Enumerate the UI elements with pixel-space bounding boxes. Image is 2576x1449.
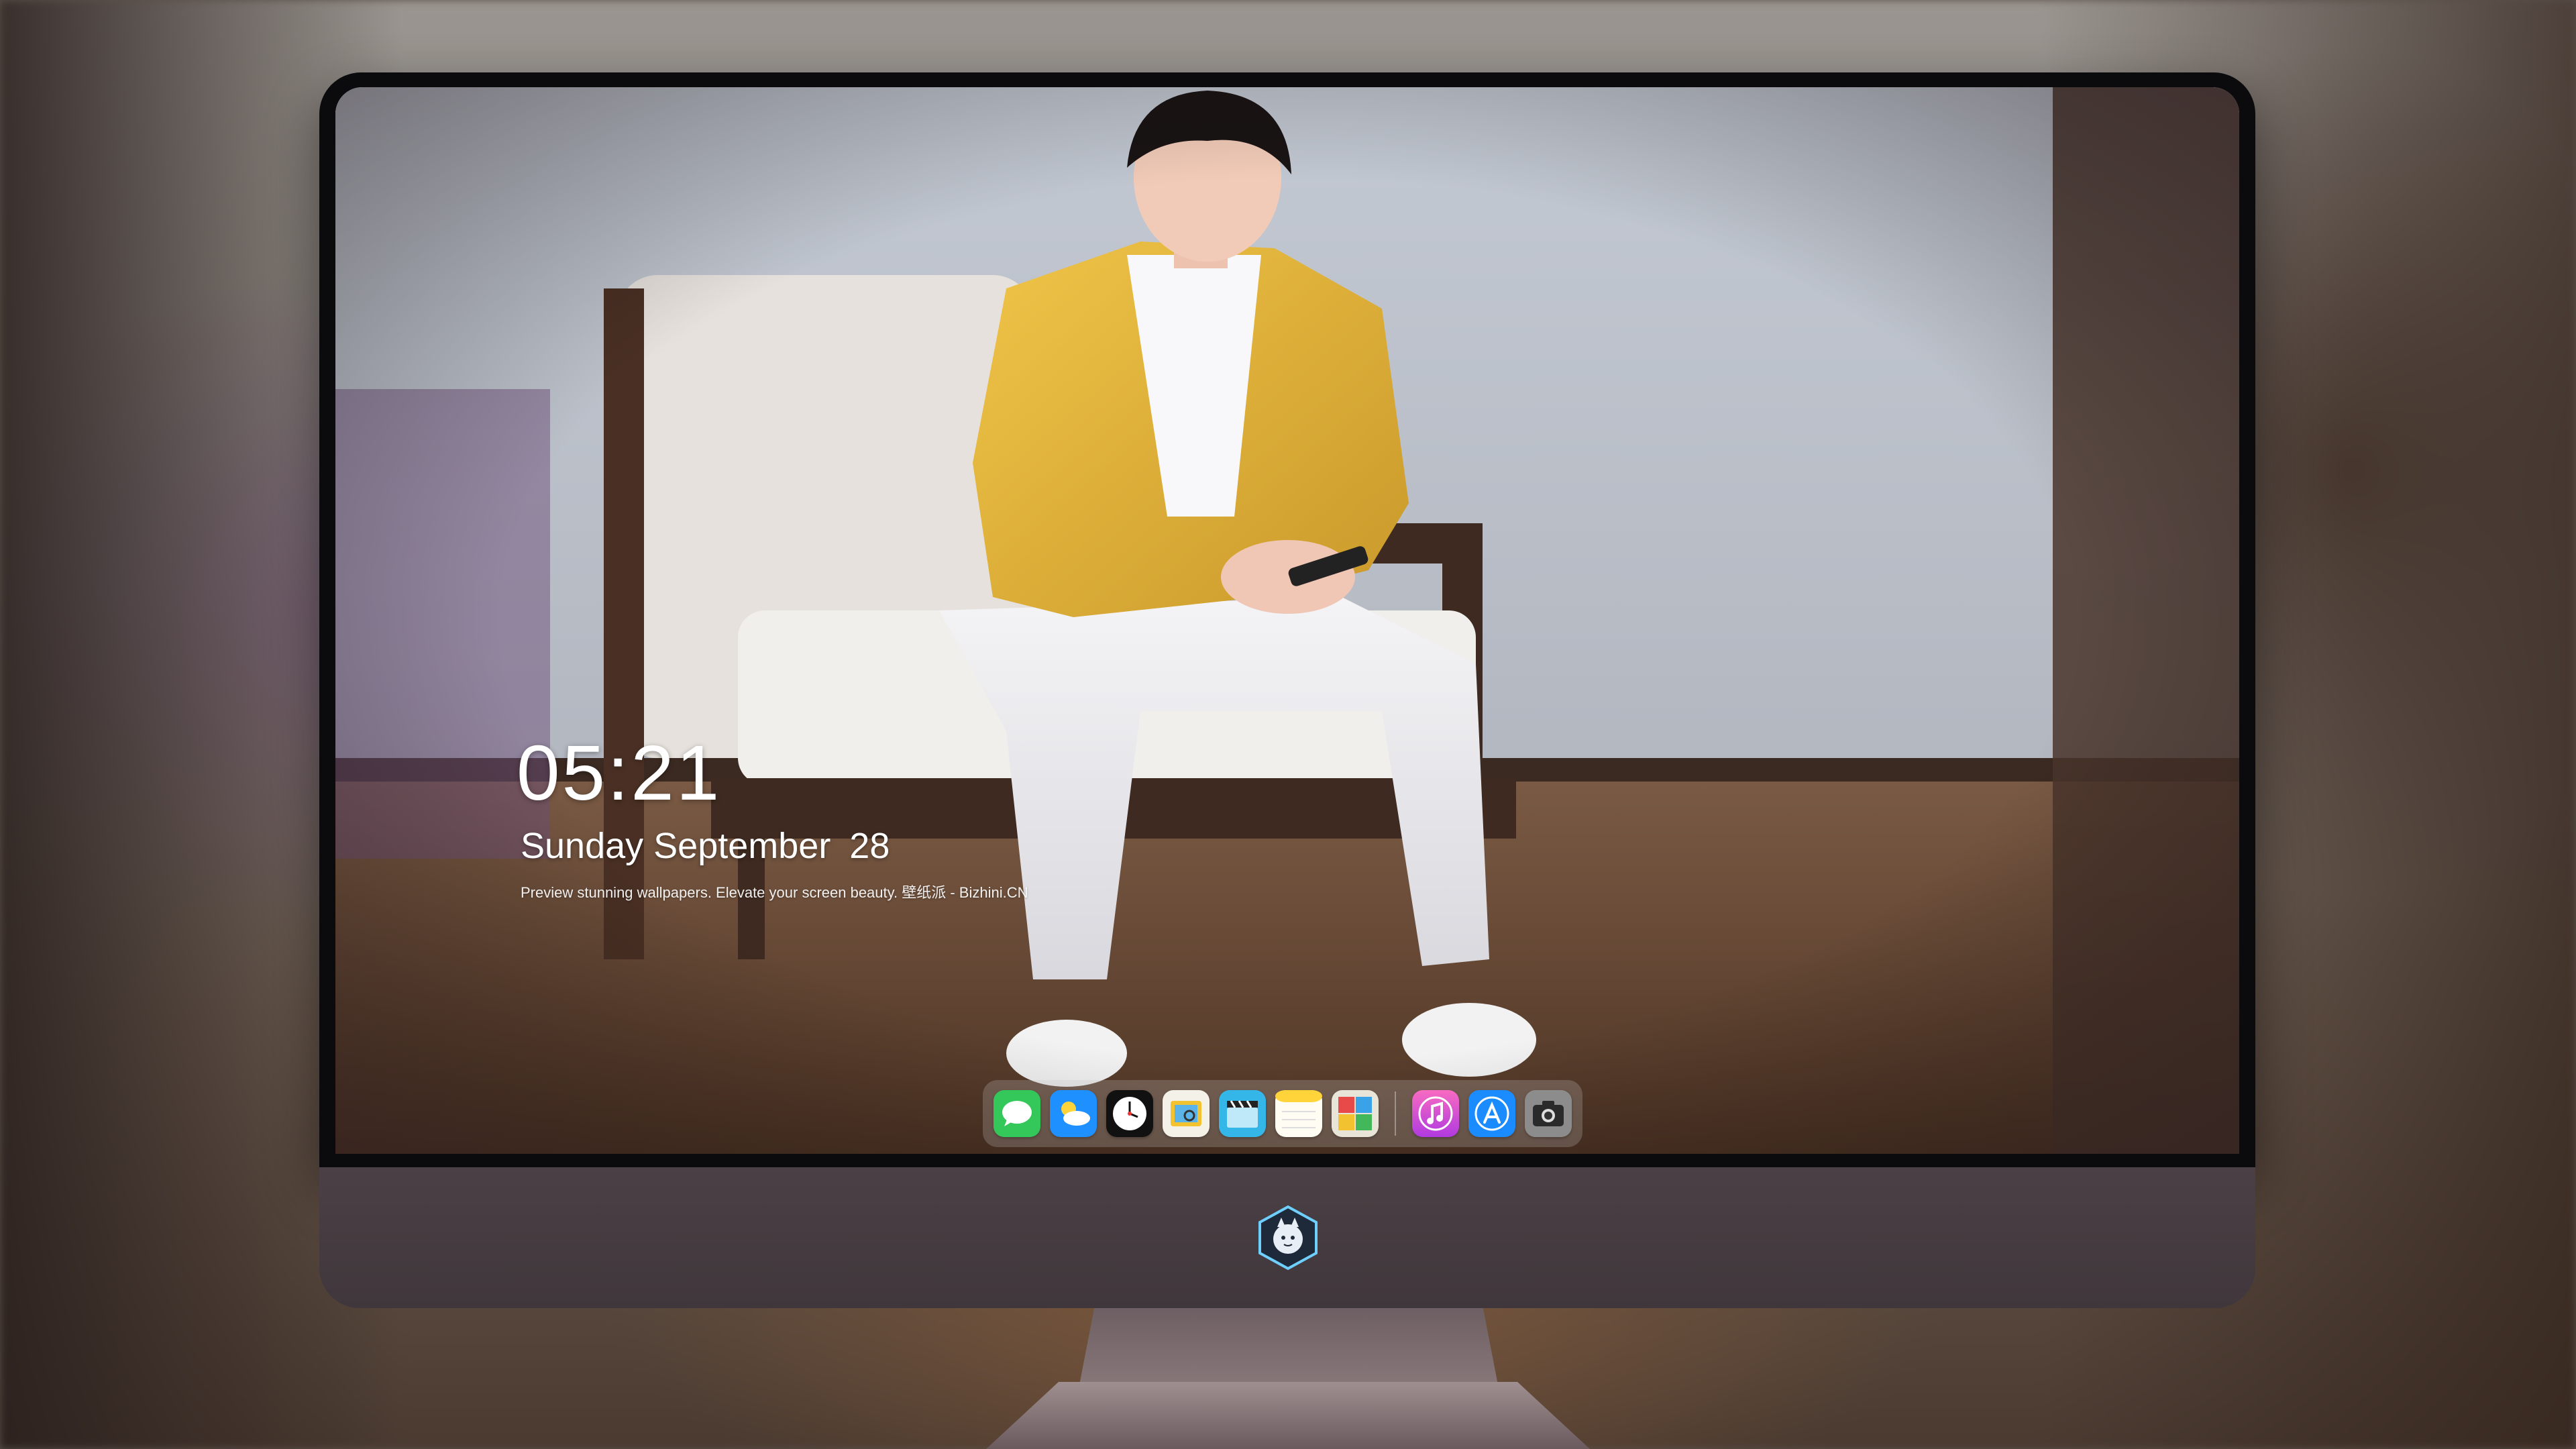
wallpaper-tagline: Preview stunning wallpapers. Elevate you… <box>521 884 1028 901</box>
clock-time: 05:21 <box>517 729 722 816</box>
preview-icon[interactable] <box>1163 1090 1210 1137</box>
notes-icon[interactable] <box>1275 1090 1322 1137</box>
wallpaper-image <box>335 87 2239 1154</box>
app-store-icon[interactable] <box>1468 1090 1515 1137</box>
monitor-stand-base <box>986 1382 1590 1449</box>
desktop-screen[interactable]: 05:21 Sunday September 28 Preview stunnin… <box>335 87 2239 1154</box>
clock-day: 28 <box>849 826 890 866</box>
music-icon[interactable] <box>1412 1090 1459 1137</box>
dock-separator <box>1395 1091 1396 1136</box>
dock <box>983 1080 1582 1147</box>
clock-date: Sunday September 28 <box>521 825 890 867</box>
brand-logo-icon <box>1254 1204 1322 1271</box>
clock-weekday-month: Sunday September <box>521 826 831 866</box>
clock-icon[interactable] <box>1106 1090 1153 1137</box>
photos-grid-icon[interactable] <box>1332 1090 1379 1137</box>
camera-icon[interactable] <box>1525 1090 1572 1137</box>
messages-icon[interactable] <box>994 1090 1040 1137</box>
weather-icon[interactable] <box>1050 1090 1097 1137</box>
clips-icon[interactable] <box>1219 1090 1266 1137</box>
